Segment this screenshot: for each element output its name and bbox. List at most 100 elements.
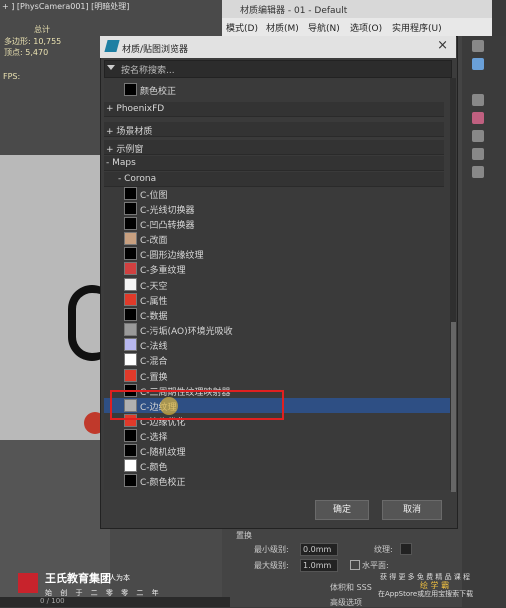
category-label: + 场景材质 [106, 127, 153, 137]
texture-label: 纹理: [374, 545, 393, 554]
category-label: - Maps [106, 158, 136, 168]
min-level-input[interactable]: 0.0mm [300, 543, 338, 556]
min-level-label: 最小级别: [254, 545, 289, 554]
item-label: C-光线切换器 [140, 206, 195, 216]
viewport-label[interactable]: + ] [PhysCamera001] [明暗处理] [2, 1, 129, 12]
max-level-input[interactable]: 1.0mm [300, 559, 338, 572]
render-icon[interactable] [472, 58, 484, 70]
category-header[interactable]: + 场景材质 [104, 122, 444, 137]
item-label: C-天空 [140, 282, 168, 292]
swatch-icon [124, 474, 137, 487]
swatch-icon [124, 429, 137, 442]
swatch-icon [124, 83, 137, 96]
list-item[interactable]: C-颜色校正 [104, 473, 444, 488]
menu-options[interactable]: 选项(O) [350, 21, 382, 34]
list-item[interactable]: C-位图 [104, 186, 444, 201]
pick-icon[interactable] [472, 148, 484, 160]
item-label: C-颜色校正 [140, 478, 186, 488]
water-level-label: 水平面: [362, 561, 389, 570]
options-icon[interactable] [472, 166, 484, 178]
timeline-bar[interactable]: 0 / 100 [0, 597, 230, 607]
displace-title: 置换 [236, 531, 252, 540]
app-logo-icon [104, 40, 120, 52]
chevron-down-icon[interactable] [107, 65, 115, 70]
list-item[interactable]: C-置换 [104, 368, 444, 383]
item-label: C-多重纹理 [140, 266, 186, 276]
eraser-icon[interactable] [472, 130, 484, 142]
water-level-checkbox[interactable] [350, 560, 360, 570]
category-header[interactable]: + 示例窗 [104, 140, 444, 155]
browser-rows: 颜色校正 + PhoenixFD + 场景材质 + 示例窗 - Maps - Corona… [104, 78, 450, 490]
mouse-cursor [160, 397, 178, 415]
menu-material[interactable]: 材质(M) [266, 21, 299, 34]
item-label: C-污垢(AO)环境光吸收 [140, 327, 233, 337]
category-header[interactable]: - Corona [104, 172, 444, 187]
cancel-button[interactable]: 取消 [382, 500, 442, 520]
item-label: C-置换 [140, 373, 168, 383]
category-header[interactable]: + PhoenixFD [104, 102, 444, 117]
brand-slogan: 以人为本 [102, 574, 130, 582]
list-item[interactable]: C-改面 [104, 231, 444, 246]
texture-button[interactable] [400, 543, 412, 555]
list-item[interactable]: C-凹凸转换器 [104, 216, 444, 231]
item-label: C-圆形边缘纹理 [140, 251, 204, 261]
list-item[interactable]: C-数据 [104, 307, 444, 322]
swatch-icon [124, 369, 137, 382]
list-item[interactable]: C-选择 [104, 428, 444, 443]
list-item[interactable]: C-混合 [104, 352, 444, 367]
list-item[interactable]: C-属性 [104, 292, 444, 307]
list-item[interactable]: C-法线 [104, 337, 444, 352]
swatch-icon [124, 278, 137, 291]
item-label: C-位图 [140, 191, 168, 201]
dialog-titlebar[interactable]: 材质/贴图浏览器 × [100, 36, 456, 58]
list-item[interactable]: C-天空 [104, 277, 444, 292]
checker-icon[interactable] [472, 112, 484, 124]
swatch-icon [124, 247, 137, 260]
category-header[interactable]: - Maps [104, 156, 444, 171]
list-item[interactable]: C-圆形边缘纹理 [104, 246, 444, 261]
menu-navigation[interactable]: 导航(N) [308, 21, 340, 34]
item-label: C-凹凸转换器 [140, 221, 195, 231]
list-item[interactable]: C-颜色 [104, 458, 444, 473]
item-label: C-属性 [140, 297, 168, 307]
scrollbar-thumb[interactable] [451, 322, 456, 492]
swatch-icon [124, 187, 137, 200]
list-item[interactable]: C-光线切换器 [104, 201, 444, 216]
search-bar[interactable]: 按名称搜索... [104, 60, 452, 78]
list-item[interactable]: C-污垢(AO)环境光吸收 [104, 322, 444, 337]
menu-utilities[interactable]: 实用程序(U) [392, 21, 442, 34]
swatch-icon [124, 444, 137, 457]
item-label: C-法线 [140, 342, 168, 352]
max-level-label: 最大级别: [254, 561, 289, 570]
swatch-icon [124, 262, 137, 275]
swatch-icon [124, 353, 137, 366]
swatch-icon [124, 459, 137, 472]
item-label: C-数据 [140, 312, 168, 322]
ok-button[interactable]: 确定 [315, 500, 369, 520]
dialog-title: 材质/贴图浏览器 [122, 45, 189, 55]
menu-mode[interactable]: 模式(D) [226, 21, 258, 34]
list-item[interactable]: C-多重纹理 [104, 261, 444, 276]
category-label: - Corona [118, 174, 157, 184]
right-toolbar [462, 36, 506, 607]
swatch-icon [124, 232, 137, 245]
highlight-box [110, 390, 284, 420]
list-item[interactable]: C-随机纹理 [104, 443, 444, 458]
category-label: + 示例窗 [106, 145, 144, 155]
item-label: C-选择 [140, 433, 168, 443]
material-editor-title[interactable]: 材质编辑器 - 01 - Default [222, 0, 492, 18]
material-editor-menu: 模式(D) 材质(M) 导航(N) 选项(O) 实用程序(U) [222, 18, 492, 36]
brand-logo-icon [18, 573, 38, 593]
promo-line2: 在AppStore或应用宝搜索下载 [378, 590, 474, 598]
sphere-icon[interactable] [472, 40, 484, 52]
item-label: C-颜色 [140, 463, 168, 473]
item-label: 颜色校正 [140, 87, 177, 97]
swatch-icon [124, 338, 137, 351]
search-input[interactable]: 按名称搜索... [121, 63, 175, 76]
material-editor-title-text: 材质编辑器 - 01 - Default [240, 6, 348, 16]
advanced-rollout[interactable]: 高级选项 [330, 597, 362, 608]
close-icon[interactable]: × [437, 38, 448, 53]
list-item[interactable]: 颜色校正 [104, 82, 444, 97]
volume-sss-rollout[interactable]: 体积和 SSS [330, 582, 372, 593]
slot-icon[interactable] [472, 94, 484, 106]
